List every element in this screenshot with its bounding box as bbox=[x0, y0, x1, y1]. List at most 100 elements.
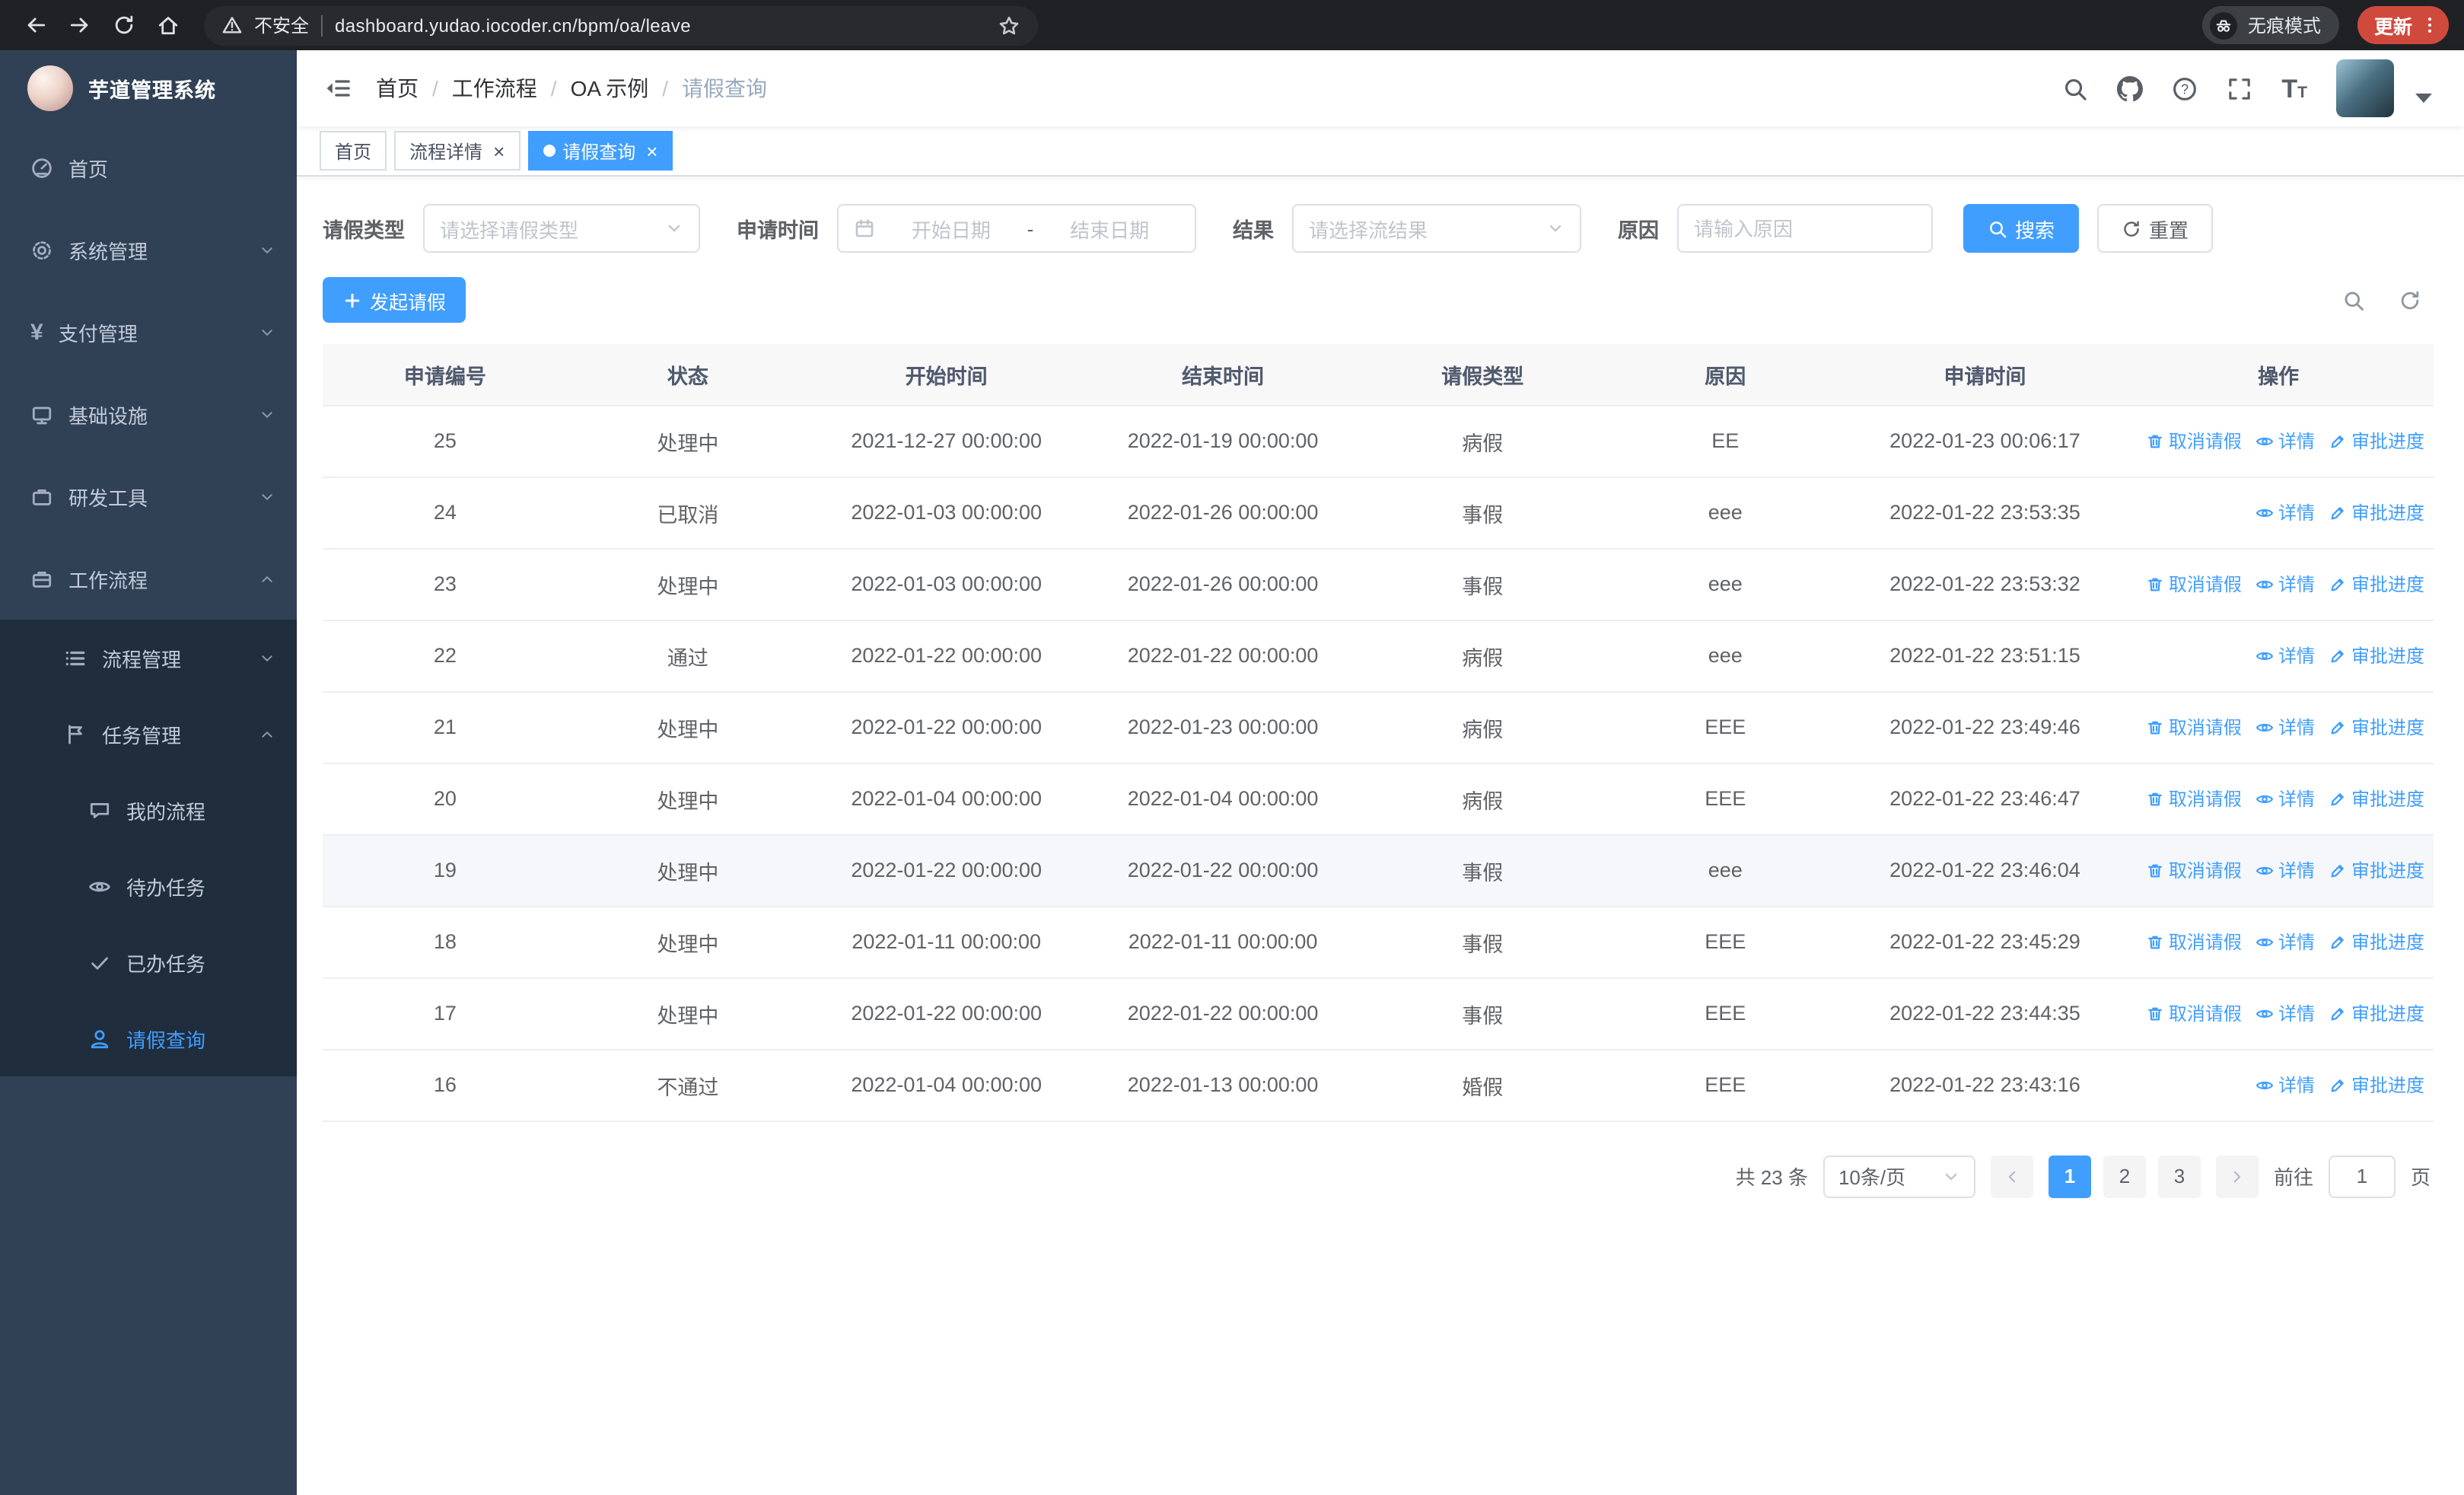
op-detail-link[interactable]: 详情 bbox=[2255, 642, 2315, 668]
op-cancel-link[interactable]: 取消请假 bbox=[2146, 714, 2242, 740]
table-row: 20 处理中 2022-01-04 00:00:00 2022-01-04 00:00… bbox=[323, 763, 2434, 835]
op-cancel-link[interactable]: 取消请假 bbox=[2146, 1000, 2242, 1026]
sidebar-item-leave-query[interactable]: 请假查询 bbox=[0, 1000, 297, 1076]
address-bar[interactable]: 不安全 dashboard.yudao.iocoder.cn/bpm/oa/le… bbox=[204, 5, 1038, 45]
browser-forward-icon[interactable] bbox=[59, 5, 100, 46]
end-date-placeholder[interactable]: 结束日期 bbox=[1039, 214, 1179, 243]
help-icon[interactable]: ? bbox=[2172, 75, 2198, 101]
app-logo[interactable]: 芋道管理系统 bbox=[0, 50, 297, 126]
tab-leave-query[interactable]: 请假查询 × bbox=[527, 131, 673, 171]
fullscreen-icon[interactable] bbox=[2227, 75, 2252, 101]
start-date-placeholder[interactable]: 开始日期 bbox=[881, 214, 1021, 243]
column-header: 原因 bbox=[1603, 344, 1847, 406]
sidebar-item-system-management[interactable]: 系统管理 bbox=[0, 209, 297, 291]
cell-end: 2022-01-26 00:00:00 bbox=[1084, 477, 1361, 549]
browser-back-icon[interactable] bbox=[15, 5, 56, 46]
op-cancel-link[interactable]: 取消请假 bbox=[2146, 929, 2242, 955]
browser-reload-icon[interactable] bbox=[103, 5, 145, 46]
browser-update-button[interactable]: 更新 bbox=[2357, 6, 2449, 44]
op-progress-link[interactable]: 审批进度 bbox=[2329, 786, 2424, 811]
incognito-label: 无痕模式 bbox=[2247, 15, 2321, 37]
sidebar-item-task-management[interactable]: 任务管理 bbox=[0, 696, 297, 772]
apply-time-range-picker[interactable]: 开始日期 - 结束日期 bbox=[837, 204, 1196, 253]
leave-type-select[interactable]: 请选择请假类型 bbox=[423, 204, 700, 253]
sidebar-toggle-icon[interactable] bbox=[324, 75, 352, 102]
sidebar-item-payment-management[interactable]: ¥ 支付管理 bbox=[0, 291, 297, 373]
op-label: 审批进度 bbox=[2351, 932, 2424, 953]
page-button-1[interactable]: 1 bbox=[2048, 1155, 2091, 1197]
done-icon bbox=[88, 951, 111, 974]
search-button[interactable]: 搜索 bbox=[1963, 204, 2080, 253]
operations: 取消请假 详情 审批进度 bbox=[2123, 428, 2424, 454]
op-progress-link[interactable]: 审批进度 bbox=[2329, 428, 2424, 454]
operations: 详情 审批进度 bbox=[2123, 1072, 2424, 1098]
browser-home-icon[interactable] bbox=[148, 5, 189, 46]
op-progress-link[interactable]: 审批进度 bbox=[2329, 714, 2424, 740]
toggle-search-icon[interactable] bbox=[2342, 288, 2365, 311]
op-detail-link[interactable]: 详情 bbox=[2255, 571, 2315, 597]
goto-page-input[interactable] bbox=[2328, 1155, 2396, 1197]
breadcrumb-item[interactable]: OA 示例 bbox=[571, 73, 649, 104]
result-select[interactable]: 请选择流结果 bbox=[1292, 204, 1581, 253]
refresh-table-icon[interactable] bbox=[2399, 288, 2421, 311]
breadcrumb-item[interactable]: 首页 bbox=[376, 73, 419, 104]
chat-icon bbox=[88, 799, 111, 821]
sidebar-item-process-management[interactable]: 流程管理 bbox=[0, 620, 297, 696]
prev-page-button[interactable] bbox=[1990, 1155, 2033, 1197]
sidebar-item-todo-tasks[interactable]: 待办任务 bbox=[0, 848, 297, 924]
op-detail-link[interactable]: 详情 bbox=[2255, 428, 2315, 454]
reset-button[interactable]: 重置 bbox=[2097, 204, 2214, 253]
op-detail-link[interactable]: 详情 bbox=[2255, 714, 2315, 740]
eye-icon bbox=[88, 875, 111, 897]
breadcrumb-item[interactable]: 工作流程 bbox=[452, 73, 537, 104]
github-icon[interactable] bbox=[2117, 75, 2144, 101]
chevron-down-icon bbox=[259, 488, 275, 505]
pagination-pages: 123 bbox=[2048, 1155, 2201, 1197]
breadcrumb-item[interactable]: 请假查询 bbox=[682, 73, 767, 104]
sidebar-item-infrastructure[interactable]: 基础设施 bbox=[0, 373, 297, 455]
op-cancel-link[interactable]: 取消请假 bbox=[2146, 571, 2242, 597]
op-cancel-link[interactable]: 取消请假 bbox=[2146, 786, 2242, 811]
security-warning-icon[interactable] bbox=[222, 15, 242, 35]
op-progress-link[interactable]: 审批进度 bbox=[2329, 929, 2424, 955]
tab-close-icon[interactable]: × bbox=[646, 141, 657, 161]
op-label: 审批进度 bbox=[2351, 1075, 2424, 1096]
op-progress-link[interactable]: 审批进度 bbox=[2329, 642, 2424, 668]
header-search-icon[interactable] bbox=[2062, 75, 2088, 101]
font-size-icon[interactable]: TT bbox=[2281, 75, 2307, 101]
op-progress-link[interactable]: 审批进度 bbox=[2329, 1072, 2424, 1098]
tab-process-detail[interactable]: 流程详情 × bbox=[394, 131, 520, 171]
op-progress-link[interactable]: 审批进度 bbox=[2329, 857, 2424, 883]
sidebar-item-my-process[interactable]: 我的流程 bbox=[0, 772, 297, 848]
next-page-button[interactable] bbox=[2215, 1155, 2259, 1197]
op-cancel-link[interactable]: 取消请假 bbox=[2146, 857, 2242, 883]
sidebar-item-workflow[interactable]: 工作流程 bbox=[0, 537, 297, 620]
op-progress-link[interactable]: 审批进度 bbox=[2329, 571, 2424, 597]
tab-close-icon[interactable]: × bbox=[493, 141, 505, 161]
op-cancel-link[interactable]: 取消请假 bbox=[2146, 428, 2242, 454]
op-progress-link[interactable]: 审批进度 bbox=[2329, 499, 2424, 525]
page-button-3[interactable]: 3 bbox=[2157, 1155, 2201, 1197]
op-detail-link[interactable]: 详情 bbox=[2255, 499, 2315, 525]
op-detail-link[interactable]: 详情 bbox=[2255, 929, 2315, 955]
leave-type-label: 请假类型 bbox=[323, 219, 405, 242]
reason-input[interactable] bbox=[1677, 204, 1933, 253]
page-button-2[interactable]: 2 bbox=[2103, 1155, 2146, 1197]
sidebar-item-dev-tools[interactable]: 研发工具 bbox=[0, 455, 297, 537]
op-label: 审批进度 bbox=[2351, 645, 2424, 667]
user-avatar[interactable] bbox=[2336, 59, 2394, 117]
browser-menu-icon[interactable] bbox=[2420, 15, 2440, 35]
avatar-caret-down-icon[interactable] bbox=[2411, 85, 2437, 111]
create-leave-button[interactable]: 发起请假 bbox=[323, 277, 466, 323]
page-size-select[interactable]: 10条/页 bbox=[1823, 1155, 1975, 1197]
tab-home[interactable]: 首页 bbox=[320, 131, 387, 171]
sidebar-item-done-tasks[interactable]: 已办任务 bbox=[0, 924, 297, 1000]
op-progress-link[interactable]: 审批进度 bbox=[2329, 1000, 2424, 1026]
op-detail-link[interactable]: 详情 bbox=[2255, 1072, 2315, 1098]
eye-icon bbox=[2255, 861, 2274, 879]
op-detail-link[interactable]: 详情 bbox=[2255, 1000, 2315, 1026]
op-detail-link[interactable]: 详情 bbox=[2255, 786, 2315, 811]
op-detail-link[interactable]: 详情 bbox=[2255, 857, 2315, 883]
bookmark-star-icon[interactable] bbox=[998, 14, 1020, 36]
sidebar-item-home[interactable]: 首页 bbox=[0, 126, 297, 209]
